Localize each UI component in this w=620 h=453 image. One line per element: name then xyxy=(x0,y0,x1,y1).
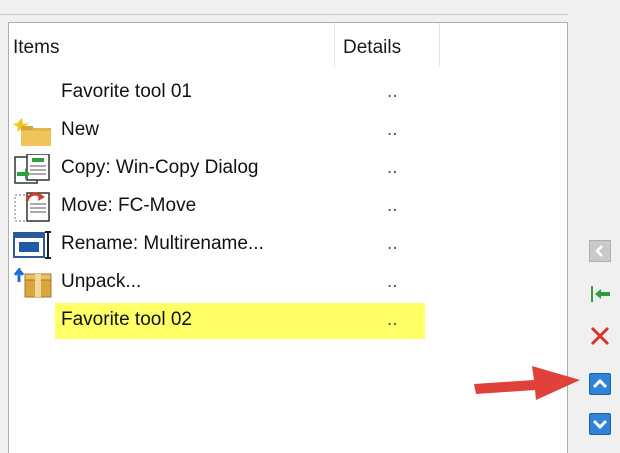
list-item-detail: .. xyxy=(387,119,398,140)
top-strip xyxy=(0,0,568,15)
list-item-detail: .. xyxy=(387,271,398,292)
scroll-left-icon xyxy=(595,245,603,257)
list-header: Items Details xyxy=(9,23,567,67)
list-item-label: Unpack... xyxy=(61,271,142,292)
move-up-button[interactable] xyxy=(589,373,611,395)
annotation-arrow xyxy=(470,358,585,407)
move-icon xyxy=(13,192,53,222)
list-item[interactable]: Unpack... .. xyxy=(9,265,567,301)
copy-icon xyxy=(13,153,53,184)
move-up-icon xyxy=(592,378,608,389)
list-item[interactable]: New .. xyxy=(9,113,567,149)
move-down-icon xyxy=(592,419,608,430)
scroll-left-button[interactable] xyxy=(589,240,611,262)
column-header-items[interactable]: Items xyxy=(9,23,335,67)
delete-icon xyxy=(590,326,610,346)
list-item[interactable]: Rename: Multirename... .. xyxy=(9,227,567,263)
list-item-detail: .. xyxy=(387,309,398,330)
insert-button[interactable] xyxy=(589,283,611,305)
list-item-label: Favorite tool 01 xyxy=(61,81,192,102)
rename-icon xyxy=(13,230,53,260)
list-item-label: Favorite tool 02 xyxy=(61,309,192,330)
list-item-detail: .. xyxy=(387,195,398,216)
list-item[interactable]: Move: FC-Move .. xyxy=(9,189,567,225)
delete-button[interactable] xyxy=(589,325,611,347)
unpack-icon xyxy=(13,265,53,298)
list-item-label: Move: FC-Move xyxy=(61,195,197,216)
list-item[interactable]: Copy: Win-Copy Dialog .. xyxy=(9,151,567,187)
insert-icon xyxy=(591,286,610,302)
list-item-detail: .. xyxy=(387,233,398,254)
move-down-button[interactable] xyxy=(589,413,611,435)
list-item-detail: .. xyxy=(387,81,398,102)
list-item-label: New xyxy=(61,119,100,140)
list-item-detail: .. xyxy=(387,157,398,178)
list-item-label: Copy: Win-Copy Dialog xyxy=(61,157,259,178)
new-folder-icon xyxy=(13,116,53,146)
list-item-selected[interactable]: Favorite tool 02 .. xyxy=(9,303,567,339)
list-item[interactable]: Favorite tool 01 .. xyxy=(9,75,567,111)
column-header-details[interactable]: Details xyxy=(335,23,440,67)
list-item-label: Rename: Multirename... xyxy=(61,233,264,254)
